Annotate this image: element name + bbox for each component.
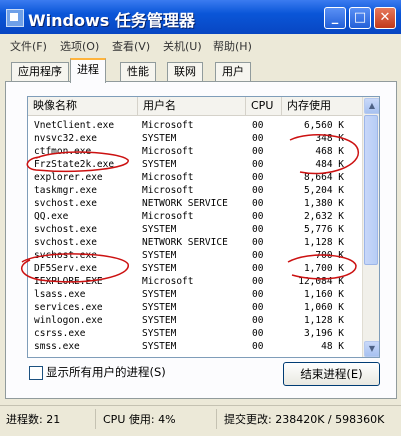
circle-annotation (26, 151, 129, 172)
task-manager-window: Windows 任务管理器 _ □ ✕ 文件(F) 选项(O) 查看(V) 关机… (0, 0, 401, 435)
circle-annotation (21, 253, 129, 283)
tab-processes[interactable]: 进程 (70, 58, 106, 83)
circle-annotation (289, 134, 359, 175)
circle-annotation (287, 254, 357, 280)
red-annotation-marks (21, 134, 359, 283)
